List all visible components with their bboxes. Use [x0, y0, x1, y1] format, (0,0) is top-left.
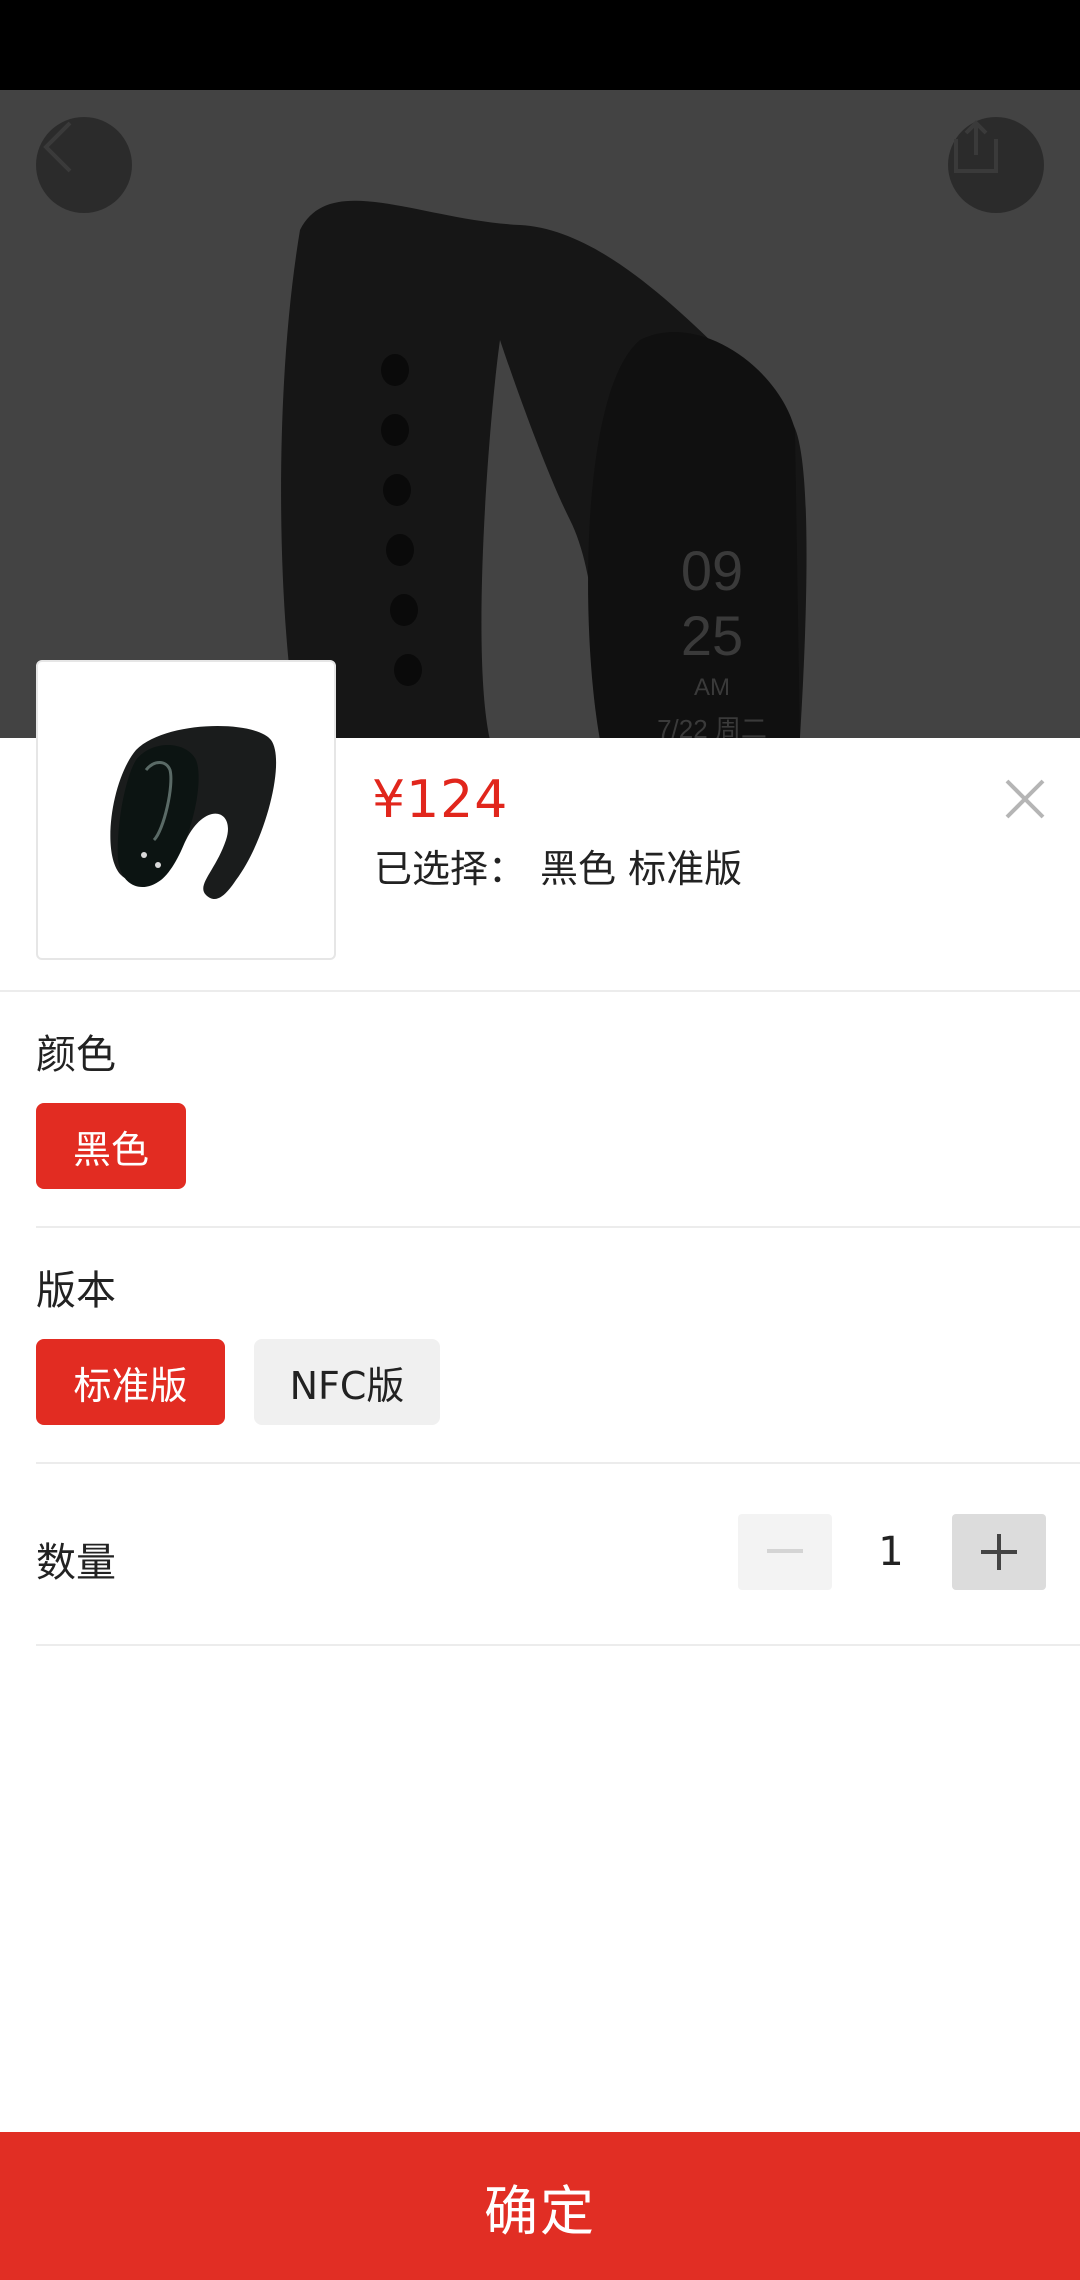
product-spec-screen: 09 25 AM 7/22 周二 ¥124 已选择： 黑色 标准版 颜色 黑色 …	[0, 0, 1080, 2280]
watch-date: 7/22 周二	[657, 714, 767, 740]
price: ¥124	[372, 770, 509, 830]
quantity-value[interactable]: 1	[836, 1514, 946, 1590]
quantity-decrease-button[interactable]	[738, 1514, 832, 1590]
confirm-button[interactable]: 确定	[0, 2132, 1080, 2280]
status-bar	[0, 0, 1080, 90]
back-button[interactable]	[36, 117, 132, 213]
band-thumbnail-image	[110, 726, 277, 900]
close-icon	[1005, 779, 1045, 819]
close-button[interactable]	[994, 768, 1056, 830]
divider	[36, 1644, 1080, 1646]
version-section-title: 版本	[36, 1268, 116, 1314]
watch-minute: 25	[681, 604, 743, 667]
selected-label: 已选择：	[374, 847, 527, 891]
divider	[0, 990, 1080, 992]
color-section-title: 颜色	[36, 1032, 116, 1078]
band-illustration: 09 25 AM 7/22 周二	[281, 200, 807, 740]
version-option-standard[interactable]: 标准版	[36, 1339, 225, 1425]
share-icon	[954, 120, 998, 173]
product-thumbnail	[36, 660, 336, 960]
quantity-increase-button[interactable]	[952, 1514, 1046, 1590]
spec-selection-sheet	[0, 738, 1080, 2280]
divider	[36, 1226, 1080, 1228]
watch-ampm: AM	[694, 674, 730, 701]
selected-spec-summary: 已选择： 黑色 标准版	[374, 838, 742, 893]
product-hero-image: 09 25 AM 7/22 周二	[0, 90, 1080, 740]
version-option-nfc[interactable]: NFC版	[254, 1339, 440, 1425]
quantity-label: 数量	[36, 1540, 116, 1586]
selected-values: 黑色 标准版	[540, 847, 743, 891]
chevron-left-icon	[43, 121, 72, 173]
watch-hour: 09	[681, 539, 743, 602]
color-option-black[interactable]: 黑色	[36, 1103, 186, 1189]
divider	[36, 1462, 1080, 1464]
plus-icon	[981, 1534, 1017, 1570]
share-button[interactable]	[948, 117, 1044, 213]
minus-icon	[767, 1549, 803, 1553]
